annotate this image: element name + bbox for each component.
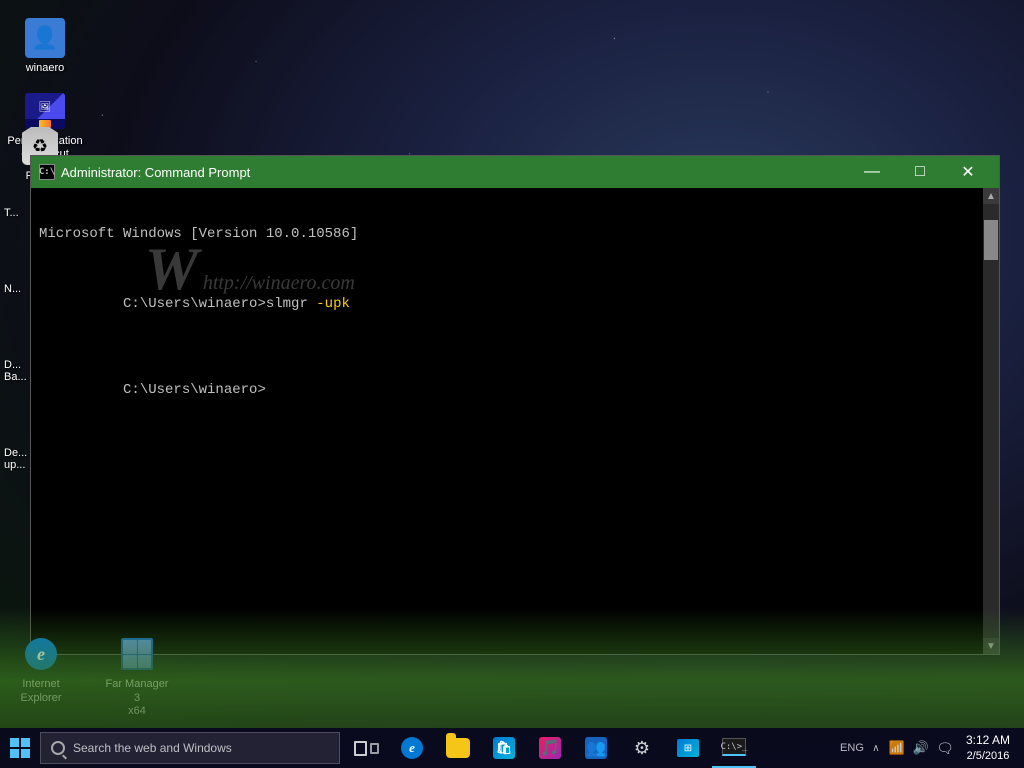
cmd-scroll-thumb[interactable] — [984, 220, 998, 260]
media-button[interactable]: 🎵 — [528, 728, 572, 768]
cmd-scrollbar[interactable]: ▲ ▼ — [983, 188, 999, 654]
cmd-window-icon: C:\ — [39, 164, 55, 180]
taskbar-search[interactable]: Search the web and Windows — [40, 732, 340, 764]
connect-icon: 👥 — [585, 737, 607, 759]
cmd-maximize-button[interactable]: □ — [897, 156, 943, 188]
cmd-titlebar: C:\ Administrator: Command Prompt — □ ✕ — [31, 156, 999, 188]
cmd-taskbar-button[interactable]: C:\>_ — [712, 728, 756, 768]
volume-tray-icon[interactable]: 🔊 — [910, 728, 932, 768]
tray-overflow-button[interactable]: ∧ — [868, 728, 884, 768]
search-icon — [51, 741, 65, 755]
cmd-arg: -upk — [308, 296, 350, 312]
desktop-icon-ie[interactable]: e InternetExplorer — [5, 626, 77, 726]
clock-area[interactable]: 3:12 AM 2/5/2016 — [958, 728, 1018, 768]
cmd-window: C:\ Administrator: Command Prompt — □ ✕ … — [30, 155, 1000, 655]
task-view-button[interactable] — [344, 728, 388, 768]
edge-button[interactable]: e — [390, 728, 434, 768]
ie-label: InternetExplorer — [21, 678, 62, 704]
settings-button[interactable]: ⚙ — [620, 728, 664, 768]
bottom-desktop-icons: e InternetExplorer Far Manager 3x64 — [5, 626, 177, 726]
taskbar-items: e 🛍 🎵 👥 ⚙ ⊞ — [344, 728, 832, 768]
file-explorer-button[interactable] — [436, 728, 480, 768]
remote-desktop-icon: ⊞ — [677, 739, 699, 757]
clock-date: 2/5/2016 — [967, 749, 1010, 763]
far-icon — [121, 638, 153, 670]
remote-desktop-button[interactable]: ⊞ — [666, 728, 710, 768]
store-button[interactable]: 🛍 — [482, 728, 526, 768]
file-explorer-icon — [446, 738, 470, 758]
desktop: 👤 winaero 🖼 Personalization - Shortcut ♻… — [0, 0, 1024, 768]
cmd-line2: C:\Users\winaero>slmgr -upk — [39, 280, 975, 328]
system-tray: ENG ∧ 📶 🔊 🗨 3:12 AM 2/5/2016 — [832, 728, 1024, 768]
language-tray-icon[interactable]: ENG — [838, 728, 866, 768]
cmd-line3: C:\Users\winaero> — [39, 366, 975, 414]
ie-icon: e — [25, 638, 57, 670]
taskbar: Search the web and Windows e 🛍 — [0, 728, 1024, 768]
cmd-scroll-down[interactable]: ▼ — [983, 638, 999, 654]
winaero-icon: 👤 — [25, 18, 65, 58]
side-partial-icons: T... N... D...Ba... De...up... — [0, 205, 31, 473]
cmd-window-title: Administrator: Command Prompt — [61, 165, 849, 180]
cmd-minimize-button[interactable]: — — [849, 156, 895, 188]
store-icon: 🛍 — [493, 737, 515, 759]
windows-logo-icon — [10, 738, 30, 758]
settings-icon: ⚙ — [634, 738, 650, 759]
clock-time: 3:12 AM — [966, 733, 1010, 749]
connect-button[interactable]: 👥 — [574, 728, 618, 768]
desktop-icon-winaero[interactable]: 👤 winaero — [0, 10, 90, 83]
cmd-close-button[interactable]: ✕ — [945, 156, 991, 188]
cmd-prompt2: C:\Users\winaero> — [123, 296, 266, 312]
network-tray-icon[interactable]: 📶 — [886, 728, 908, 768]
cmd-line1: Microsoft Windows [Version 10.0.10586] — [39, 226, 975, 242]
winaero-label: winaero — [26, 62, 65, 75]
desktop-icon-far[interactable]: Far Manager 3x64 — [97, 626, 177, 726]
search-placeholder: Search the web and Windows — [73, 741, 232, 755]
cmd-window-controls: — □ ✕ — [849, 156, 991, 188]
cmd-taskbar-icon: C:\>_ — [722, 738, 746, 756]
task-view-icon — [354, 741, 379, 756]
cmd-command: slmgr — [266, 296, 308, 312]
far-label: Far Manager 3x64 — [101, 678, 173, 718]
cmd-prompt3: C:\Users\winaero> — [123, 382, 266, 398]
cmd-body[interactable]: Microsoft Windows [Version 10.0.10586] C… — [31, 188, 999, 654]
notification-tray-icon[interactable]: 🗨 — [934, 728, 956, 768]
cmd-content[interactable]: Microsoft Windows [Version 10.0.10586] C… — [31, 188, 983, 654]
media-icon: 🎵 — [539, 737, 561, 759]
cmd-scroll-up[interactable]: ▲ — [983, 188, 999, 204]
edge-icon: e — [401, 737, 423, 759]
start-button[interactable] — [0, 728, 40, 768]
